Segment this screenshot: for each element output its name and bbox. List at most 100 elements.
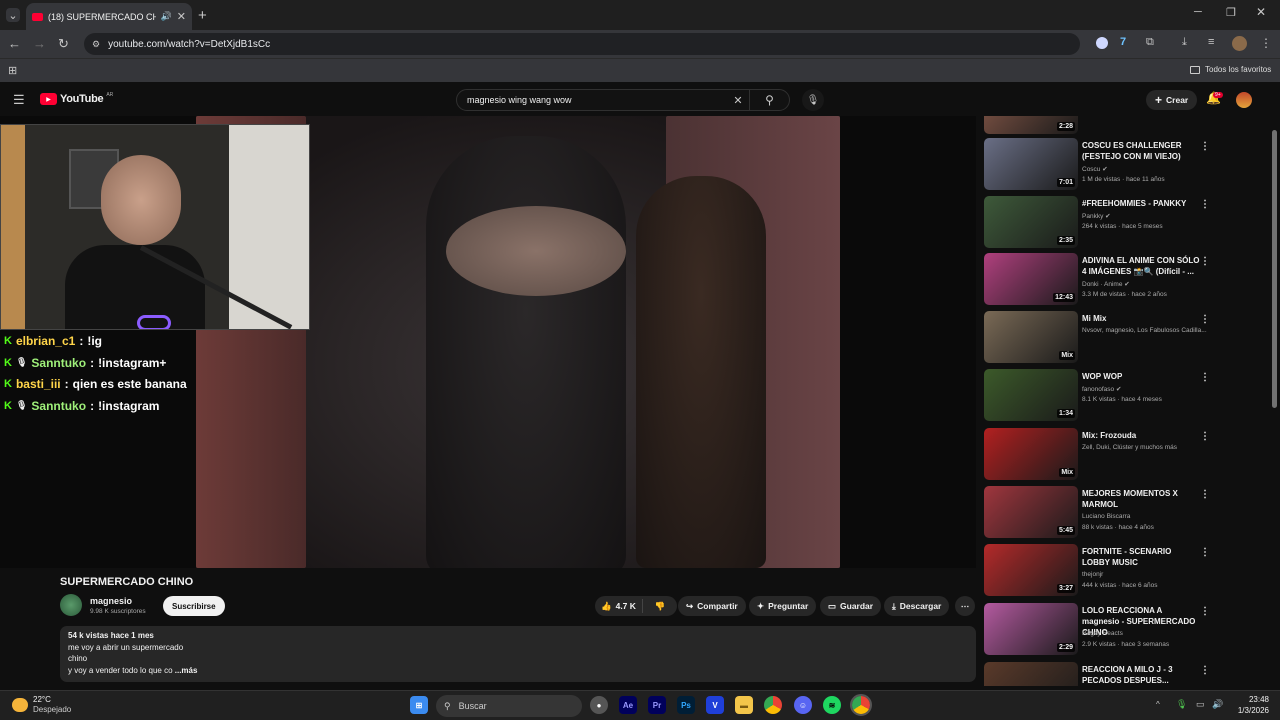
recommended-title[interactable]: FORTNITE - SCENARIO LOBBY MUSIC — [1082, 546, 1200, 568]
browser-menu-icon[interactable]: ⋮ — [1260, 36, 1272, 50]
video-player[interactable]: Kelbrian_c1: !ig K 🎙 Sanntuko: !instagram+ Kba… — [0, 116, 976, 568]
recommended-channel[interactable]: Luciano Biscarra — [1082, 513, 1130, 520]
more-options-icon[interactable]: ⋮ — [1200, 606, 1210, 617]
recommended-video[interactable]: 5:45 MEJORES MOMENTOS X MARMOL Luciano Bis… — [984, 486, 1212, 538]
video-thumbnail[interactable]: 7:01 — [984, 138, 1078, 190]
download-button[interactable]: ⤓ Descargar — [884, 596, 950, 616]
recommended-video[interactable]: REACCION A MILO J - 3 PECADOS DESPUES...… — [984, 662, 1212, 686]
more-options-icon[interactable]: ⋮ — [1200, 314, 1210, 325]
recommended-channel[interactable]: Donki · Anime ✔ — [1082, 280, 1130, 288]
address-bar[interactable]: ⚙ youtube.com/watch?v=DetXjdB1sCc — [84, 33, 1080, 55]
recommended-title[interactable]: Mix: Frozouda — [1082, 430, 1200, 441]
recommended-video[interactable]: Mix Mix: Frozouda Zell, Duki, Clúster y mu… — [984, 428, 1212, 480]
channel-name[interactable]: magnesio — [90, 596, 132, 606]
minimize-icon[interactable]: ─ — [1194, 6, 1202, 18]
video-thumbnail[interactable]: 5:45 — [984, 486, 1078, 538]
clear-search-icon[interactable]: ✕ — [727, 94, 749, 107]
recommended-channel[interactable]: fanonofaso ✔ — [1082, 385, 1121, 393]
browser-tab[interactable]: (18) SUPERMERCADO CHINO 🔊 ✕ — [26, 3, 192, 30]
share-button[interactable]: ↪ Compartir — [678, 596, 746, 616]
tab-list-icon[interactable]: ⌄ — [6, 8, 20, 22]
extension-1-icon[interactable] — [1096, 37, 1108, 49]
hamburger-menu-icon[interactable]: ☰ — [13, 92, 25, 108]
more-options-icon[interactable]: ⋮ — [1200, 431, 1210, 442]
reload-icon[interactable]: ↻ — [58, 36, 69, 52]
recommended-title[interactable]: #FREEHOMMIES - PANKKY — [1082, 198, 1200, 209]
recommended-channel[interactable]: Coscu ✔ — [1082, 165, 1108, 173]
profile-avatar[interactable] — [1232, 36, 1247, 51]
spotify-icon[interactable]: ≋ — [823, 696, 841, 714]
new-tab-icon[interactable]: + — [198, 7, 207, 24]
url-text[interactable]: youtube.com/watch?v=DetXjdB1sCc — [108, 39, 270, 50]
video-thumbnail[interactable] — [984, 662, 1078, 686]
recommended-video[interactable]: 2:28 — [984, 116, 1212, 134]
discord-icon[interactable]: ☺ — [794, 696, 812, 714]
restore-icon[interactable]: ❐ — [1226, 6, 1236, 19]
more-options-icon[interactable]: ⋮ — [1200, 547, 1210, 558]
recommended-video[interactable]: 1:34 WOP WOP fanonofaso ✔ 8.1 K vistas · ha… — [984, 369, 1212, 421]
back-icon[interactable]: ← — [8, 36, 21, 51]
recommended-channel[interactable]: Pankky ✔ — [1082, 212, 1111, 220]
create-button[interactable]: + Crear — [1146, 90, 1198, 110]
file-explorer-icon[interactable]: ▬ — [735, 696, 753, 714]
more-options-icon[interactable]: ⋮ — [1200, 665, 1210, 676]
video-thumbnail[interactable]: 2:28 — [984, 116, 1078, 134]
mic-tray-icon[interactable]: 🎙 — [1176, 699, 1187, 710]
page-scrollbar[interactable] — [1272, 130, 1277, 408]
recommended-title[interactable]: Mi Mix — [1082, 313, 1200, 324]
chrome-active-icon[interactable] — [850, 694, 872, 716]
dislike-button[interactable]: 👎 — [647, 601, 674, 612]
recommended-video[interactable]: 7:01 COSCU ES CHALLENGER (FESTEJO CON MI … — [984, 138, 1212, 190]
recommended-channel[interactable]: thejonjr — [1082, 571, 1103, 578]
search-box[interactable]: magnesio wing wang wow ✕ ⚲ — [456, 89, 790, 111]
show-more-link[interactable]: ...más — [175, 666, 198, 675]
user-avatar[interactable] — [1236, 92, 1252, 108]
recommended-video[interactable]: 2:35 #FREEHOMMIES - PANKKY Pankky ✔ 264 k v… — [984, 196, 1212, 248]
after-effects-icon[interactable]: Ae — [619, 696, 637, 714]
recommended-title[interactable]: REACCION A MILO J - 3 PECADOS DESPUES... — [1082, 664, 1200, 686]
weather-desc[interactable]: Despejado — [33, 705, 71, 714]
close-window-icon[interactable]: ✕ — [1256, 5, 1266, 19]
more-options-icon[interactable]: ⋮ — [1200, 372, 1210, 383]
media-control-icon[interactable]: ≡ — [1208, 36, 1214, 48]
download-icon[interactable]: ⤓ — [1182, 36, 1187, 49]
recommended-title[interactable]: COSCU ES CHALLENGER (FESTEJO CON MI VIEJ… — [1082, 140, 1200, 162]
weather-temp[interactable]: 22°C — [33, 695, 51, 704]
video-thumbnail[interactable]: 2:35 — [984, 196, 1078, 248]
site-info-icon[interactable]: ⚙ — [92, 39, 100, 50]
recommended-video[interactable]: Mix Mi Mix Nvsovr, magnesio, Los Fabulosos… — [984, 311, 1212, 363]
premiere-icon[interactable]: Pr — [648, 696, 666, 714]
channel-avatar[interactable] — [60, 594, 82, 616]
more-actions-button[interactable]: ⋯ — [955, 596, 975, 616]
recommended-video[interactable]: 3:27 FORTNITE - SCENARIO LOBBY MUSIC thejo… — [984, 544, 1212, 596]
video-thumbnail[interactable]: Mix — [984, 311, 1078, 363]
video-thumbnail[interactable]: 2:29 — [984, 603, 1078, 655]
more-options-icon[interactable]: ⋮ — [1200, 256, 1210, 267]
recommended-video[interactable]: 12:43 ADIVINA EL ANIME CON SÓLO 4 IMÁGENE… — [984, 253, 1212, 305]
windows-start-icon[interactable]: ⊞ — [410, 696, 428, 714]
search-icon[interactable]: ⚲ — [749, 90, 789, 110]
extension-2-icon[interactable]: 7 — [1120, 36, 1126, 48]
close-tab-icon[interactable]: ✕ — [177, 10, 186, 23]
taskbar-search[interactable]: ⚲ Buscar — [436, 695, 582, 717]
recommended-video[interactable]: 2:29 LOLO REACCIONA A magnesio - SUPERMER… — [984, 603, 1212, 655]
search-input[interactable]: magnesio wing wang wow — [467, 95, 727, 105]
video-thumbnail[interactable]: 12:43 — [984, 253, 1078, 305]
more-options-icon[interactable]: ⋮ — [1200, 489, 1210, 500]
volume-icon[interactable]: 🔊 — [1212, 699, 1223, 710]
save-button[interactable]: ▭ Guardar — [820, 596, 882, 616]
forward-icon[interactable]: → — [33, 36, 46, 51]
apps-grid-icon[interactable]: ⊞ — [8, 64, 17, 77]
clock-time[interactable]: 23:48 — [1233, 695, 1269, 704]
video-thumbnail[interactable]: Mix — [984, 428, 1078, 480]
ask-button[interactable]: ✦ Preguntar — [749, 596, 817, 616]
tray-overflow-icon[interactable]: ^ — [1156, 700, 1160, 709]
all-bookmarks-link[interactable]: Todos los favoritos — [1190, 65, 1271, 74]
clock-date[interactable]: 1/3/2026 — [1233, 706, 1269, 715]
more-options-icon[interactable]: ⋮ — [1200, 199, 1210, 210]
recommended-channel[interactable]: Nvsovr, magnesio, Los Fabulosos Cadilla.… — [1082, 327, 1207, 334]
photoshop-icon[interactable]: Ps — [677, 696, 695, 714]
obs-icon[interactable]: ● — [590, 696, 608, 714]
video-thumbnail[interactable]: 3:27 — [984, 544, 1078, 596]
voice-search-icon[interactable]: 🎙 — [802, 89, 824, 111]
